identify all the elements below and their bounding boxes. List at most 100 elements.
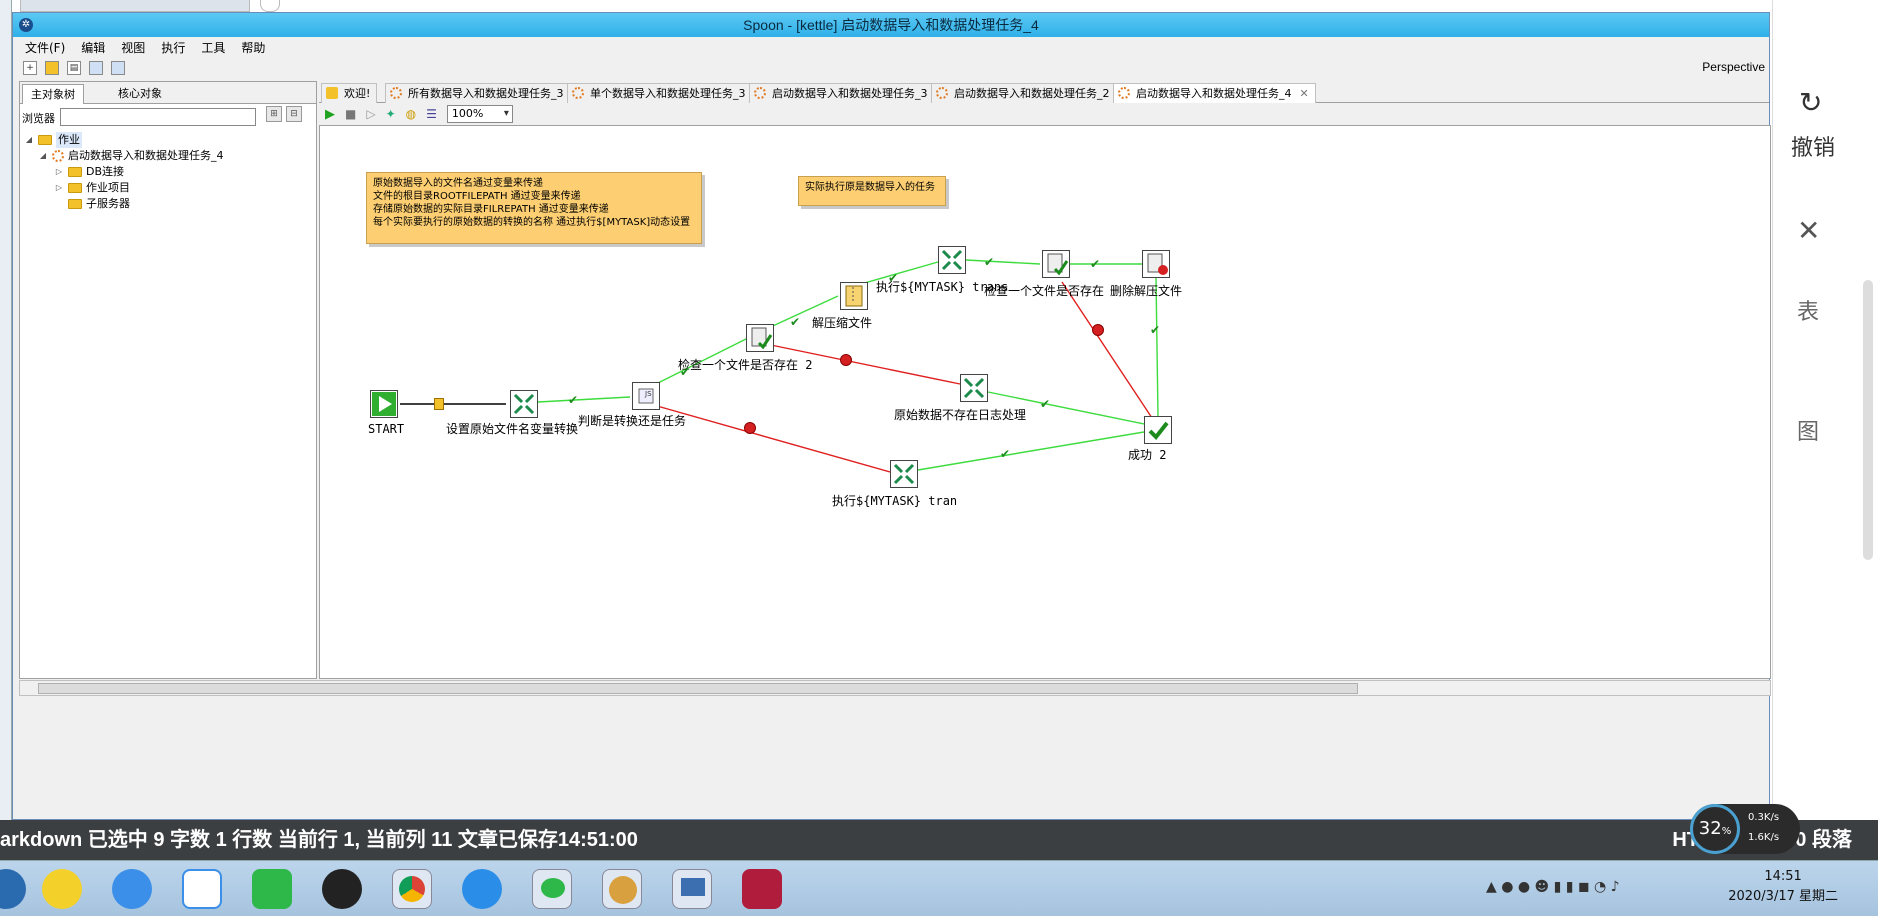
debug-icon[interactable]: ✦	[386, 107, 396, 121]
browser-app-icon[interactable]	[112, 869, 152, 909]
node-unzip[interactable]	[840, 282, 868, 310]
tab-welcome[interactable]: 欢迎!	[321, 83, 378, 103]
editor-status-bar: arkdown 已选中 9 字数 1 行数 当前行 1, 当前列 11 文章已保…	[0, 820, 1878, 860]
collapse-arrow-icon[interactable]: ◢	[24, 132, 34, 148]
new-file-icon[interactable]: +	[23, 61, 37, 75]
menu-help[interactable]: 帮助	[241, 39, 265, 56]
note-line: 文件的根目录ROOTFILEPATH 通过变量来传递	[373, 191, 581, 202]
menu-bar: 文件(F) 编辑 视图 执行 工具 帮助	[13, 37, 1769, 57]
window-title: Spoon - [kettle] 启动数据导入和数据处理任务_4	[743, 17, 1039, 33]
node-start[interactable]	[370, 390, 398, 418]
note-task[interactable]: 实际执行原是数据导入的任务	[798, 176, 946, 206]
horizontal-scrollbar[interactable]	[19, 680, 1771, 696]
hop-ok-icon: ✔	[888, 271, 899, 285]
tree-item-entries[interactable]: ▷ 作业项目	[24, 180, 224, 196]
lock-icon	[434, 398, 444, 410]
tree-item-db[interactable]: ▷ DB连接	[24, 164, 224, 180]
start-button-icon[interactable]	[0, 869, 26, 909]
menu-run[interactable]: 执行	[161, 39, 185, 56]
menu-view[interactable]: 视图	[121, 39, 145, 56]
node-check-file-2[interactable]	[746, 324, 774, 352]
node-judge[interactable]: JS	[632, 382, 660, 410]
node-exec-trans[interactable]	[938, 246, 966, 274]
note-description[interactable]: 原始数据导入的文件名通过变量来传递 文件的根目录ROOTFILEPATH 通过变…	[366, 172, 702, 244]
close-icon[interactable]: ✕	[1300, 87, 1309, 100]
sql-icon[interactable]: ☰	[426, 107, 437, 121]
browser-new-tab[interactable]	[260, 0, 280, 12]
node-exec-tran-2[interactable]	[890, 460, 918, 488]
menu-file[interactable]: 文件(F)	[25, 39, 65, 56]
photos-app-icon[interactable]	[182, 869, 222, 909]
check-icon[interactable]: ◍	[406, 107, 416, 121]
system-clock[interactable]: 14:51 2020/3/17 星期二	[1728, 867, 1838, 907]
title-bar[interactable]: ✲ Spoon - [kettle] 启动数据导入和数据处理任务_4	[13, 13, 1769, 37]
tab-job-start-3[interactable]: 启动数据导入和数据处理任务_3	[749, 83, 935, 103]
tab-label: 核心对象	[118, 87, 162, 100]
hop-ok-icon: ✔	[680, 365, 691, 379]
run-icon[interactable]: ▶	[325, 107, 335, 122]
node-delete-files[interactable]	[1142, 250, 1170, 278]
hop-check1-success	[1061, 281, 1153, 419]
stop-icon[interactable]: ■	[345, 107, 356, 121]
tab-job-start-2[interactable]: 启动数据导入和数据处理任务_2	[931, 83, 1117, 103]
tray-icons[interactable]: ▲ ● ● ☻ ▮ ▮ ◼ ◔ ♪	[1486, 879, 1620, 895]
expand-all-icon[interactable]: ⊞	[266, 106, 282, 122]
save-as-icon[interactable]	[111, 61, 125, 75]
menu-edit[interactable]: 编辑	[81, 39, 105, 56]
node-success[interactable]	[1144, 416, 1172, 444]
music-app-icon[interactable]	[42, 869, 82, 909]
node-label: 检查一个文件是否存在 2	[678, 358, 813, 372]
job-canvas[interactable]: 原始数据导入的文件名通过变量来传递 文件的根目录ROOTFILEPATH 通过变…	[319, 125, 1771, 679]
undo-icon[interactable]: ↻	[1799, 86, 1822, 119]
menu-item-table[interactable]: 表	[1797, 294, 1819, 326]
database-app-icon[interactable]	[742, 869, 782, 909]
explore-icon[interactable]: ▤	[67, 61, 81, 75]
tree-item-servers[interactable]: 子服务器	[24, 196, 224, 212]
zoom-select[interactable]: 100%	[446, 105, 513, 123]
perspective-label[interactable]: Perspective	[1702, 60, 1765, 74]
file-check-icon	[1047, 253, 1069, 276]
file-delete-icon	[1147, 253, 1168, 275]
preview-icon[interactable]: ▷	[366, 107, 375, 121]
javascript-icon: JS	[638, 388, 654, 404]
node-log[interactable]	[960, 374, 988, 402]
tab-job-all-3[interactable]: 所有数据导入和数据处理任务_3	[385, 83, 571, 103]
hop-ok-icon: ✔	[568, 393, 579, 407]
node-check-file-1[interactable]	[1042, 250, 1070, 278]
close-icon[interactable]: ✕	[1797, 214, 1820, 247]
wechat-icon[interactable]	[532, 869, 572, 909]
scrollbar-thumb[interactable]	[1863, 280, 1873, 560]
editor-toolbar: ▶ ■ ▷ ✦ ◍ ☰ 100%	[319, 103, 1769, 125]
scrollbar-thumb[interactable]	[38, 683, 1358, 694]
qq-browser-icon[interactable]	[322, 869, 362, 909]
node-set-variable[interactable]	[510, 390, 538, 418]
expand-arrow-icon[interactable]: ▷	[54, 180, 64, 196]
menu-item-chart[interactable]: 图	[1797, 414, 1819, 446]
collapse-arrow-icon[interactable]: ◢	[38, 148, 48, 164]
menu-tools[interactable]: 工具	[201, 39, 225, 56]
tab-job-single-3[interactable]: 单个数据导入和数据处理任务_3	[567, 83, 753, 103]
background-app-edge	[0, 0, 12, 820]
job-icon	[390, 87, 402, 99]
tree-item-job[interactable]: ◢ 启动数据导入和数据处理任务_4	[24, 148, 224, 164]
tab-job-start-4[interactable]: 启动数据导入和数据处理任务_4 ✕	[1113, 83, 1316, 103]
browser-search-input[interactable]	[60, 108, 256, 126]
undo-label[interactable]: 撤销	[1791, 130, 1835, 162]
expand-arrow-icon[interactable]: ▷	[54, 164, 64, 180]
clock-time: 14:51	[1764, 869, 1802, 884]
save-icon[interactable]	[89, 61, 103, 75]
tree-item-jobs[interactable]: ◢ 作业	[24, 132, 224, 148]
tab-main-tree[interactable]: 主对象树	[22, 84, 84, 104]
kettle-app-icon[interactable]	[602, 869, 642, 909]
chrome-icon[interactable]	[392, 869, 432, 909]
remote-desktop-icon[interactable]	[672, 869, 712, 909]
video-app-icon[interactable]	[252, 869, 292, 909]
collapse-all-icon[interactable]: ⊟	[286, 106, 302, 122]
kettle-icon: ✲	[19, 18, 33, 32]
tree-label: 启动数据导入和数据处理任务_4	[68, 149, 224, 162]
dingtalk-icon[interactable]	[462, 869, 502, 909]
open-folder-icon[interactable]	[45, 61, 59, 75]
tab-core-objects[interactable]: 核心对象	[110, 84, 170, 104]
network-speed-widget[interactable]: 32% 0.3K/s 1.6K/s	[1690, 804, 1800, 854]
browser-tab[interactable]	[20, 0, 250, 12]
